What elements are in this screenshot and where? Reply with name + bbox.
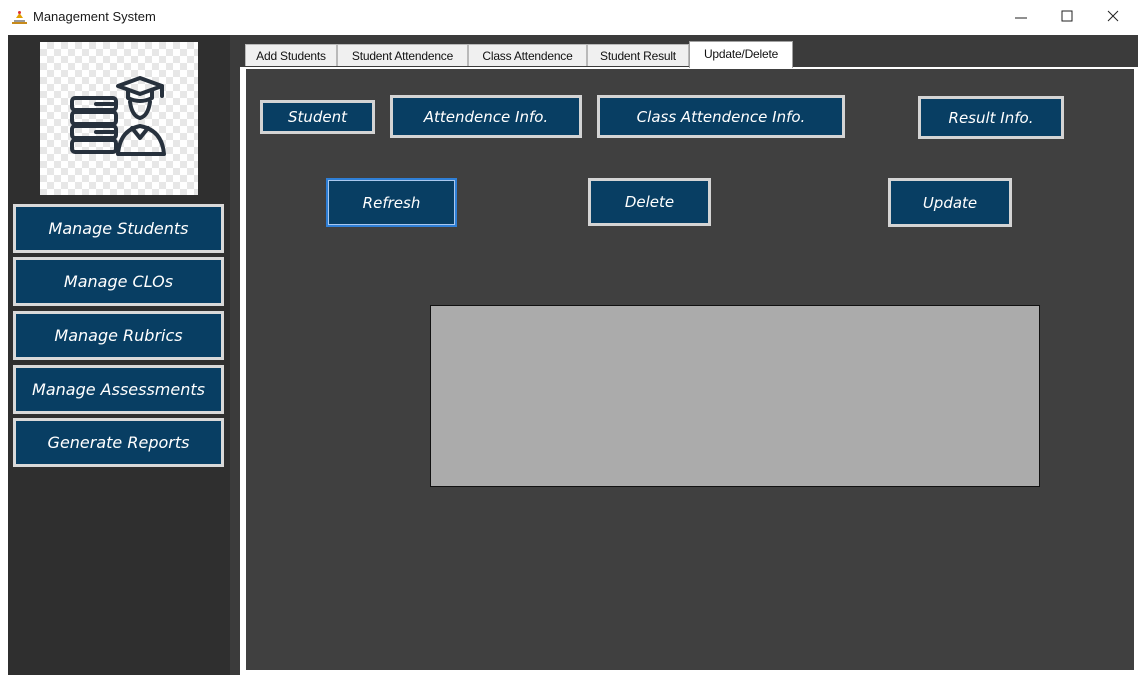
manage-rubrics-button[interactable]: Manage Rubrics xyxy=(13,311,224,360)
data-grid[interactable] xyxy=(430,305,1040,487)
sidebar-divider xyxy=(230,35,240,675)
minimize-icon xyxy=(1015,17,1027,19)
logo-panel xyxy=(40,42,198,195)
manage-students-button[interactable]: Manage Students xyxy=(13,204,224,253)
refresh-button[interactable]: Refresh xyxy=(326,178,457,227)
tab-add-students[interactable]: Add Students xyxy=(245,44,337,66)
tab-student-attendence[interactable]: Student Attendence xyxy=(337,44,468,66)
tab-strip: Add Students Student Attendence Class At… xyxy=(240,35,1138,68)
title-bar: Management System xyxy=(0,0,1138,35)
books-graduate-icon xyxy=(70,76,166,156)
result-info-button[interactable]: Result Info. xyxy=(918,96,1064,139)
class-attendence-info-button[interactable]: Class Attendence Info. xyxy=(597,95,845,138)
tab-update-delete[interactable]: Update/Delete xyxy=(689,41,793,68)
manage-assessments-button[interactable]: Manage Assessments xyxy=(13,365,224,414)
minimize-button[interactable] xyxy=(998,0,1044,32)
maximize-icon xyxy=(1061,10,1073,22)
tab-class-attendence[interactable]: Class Attendence xyxy=(468,44,587,66)
app-icon xyxy=(12,11,27,24)
update-delete-panel: Student Attendence Info. Class Attendenc… xyxy=(244,67,1136,672)
close-icon xyxy=(1107,10,1119,22)
tab-student-result[interactable]: Student Result xyxy=(587,44,689,66)
close-button[interactable] xyxy=(1090,0,1136,32)
generate-reports-button[interactable]: Generate Reports xyxy=(13,418,224,467)
student-view-button[interactable]: Student xyxy=(260,100,375,134)
window-title: Management System xyxy=(33,9,156,24)
maximize-button[interactable] xyxy=(1044,0,1090,32)
attendence-info-button[interactable]: Attendence Info. xyxy=(390,95,582,138)
sidebar: Manage Students Manage CLOs Manage Rubri… xyxy=(8,35,230,675)
manage-clos-button[interactable]: Manage CLOs xyxy=(13,257,224,306)
update-button[interactable]: Update xyxy=(888,178,1012,227)
delete-button[interactable]: Delete xyxy=(588,178,711,226)
